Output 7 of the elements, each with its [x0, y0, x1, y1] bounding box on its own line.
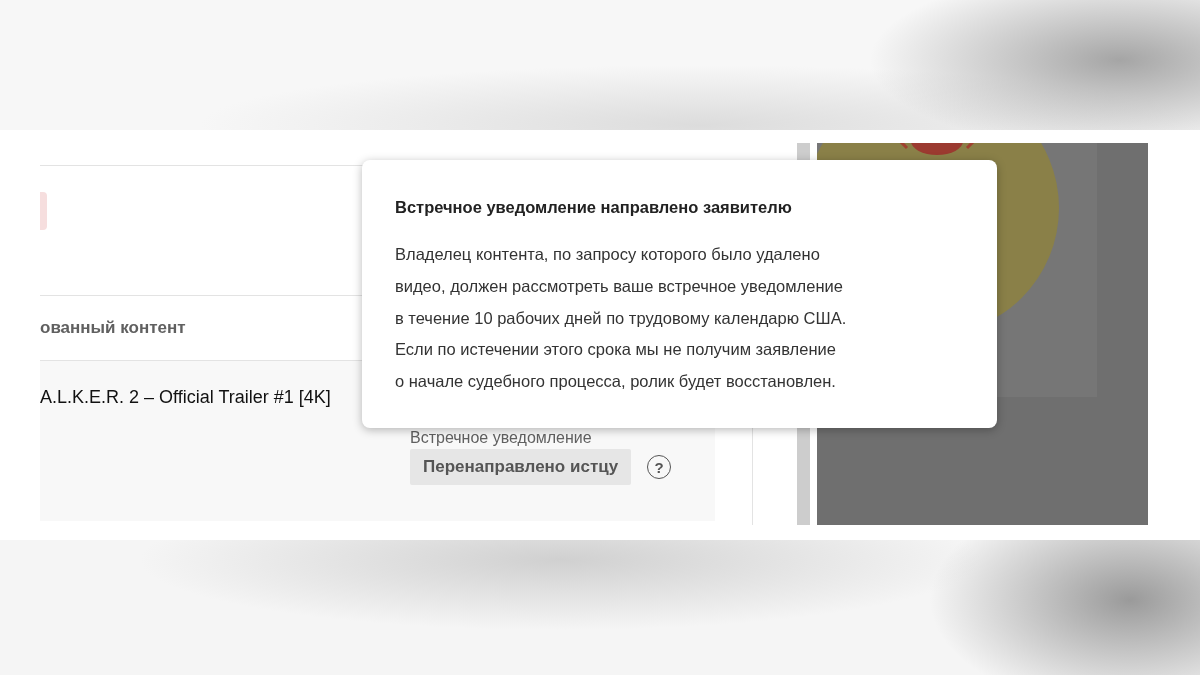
tooltip-title: Встречное уведомление направлено заявителю: [395, 198, 793, 217]
column-header: ованный контент: [40, 318, 186, 338]
video-title: A.L.K.E.R. 2 – Official Trailer #1 [4K]: [40, 387, 331, 408]
status-badge: Перенаправлено истцу: [410, 449, 632, 485]
tooltip-text: Владелец контента, по запросу которого было удалено видео, должен рассмотреть ваше встречное уведомление в течение 10 рабочих дней по трудовому календарю США. Если по истечении этого срока мы не получим заявление о начале судебного процесса, ролик будет восстановлен.: [395, 244, 848, 393]
highlight-block: [40, 192, 47, 230]
notice-label: Встречное уведомление: [410, 429, 593, 447]
